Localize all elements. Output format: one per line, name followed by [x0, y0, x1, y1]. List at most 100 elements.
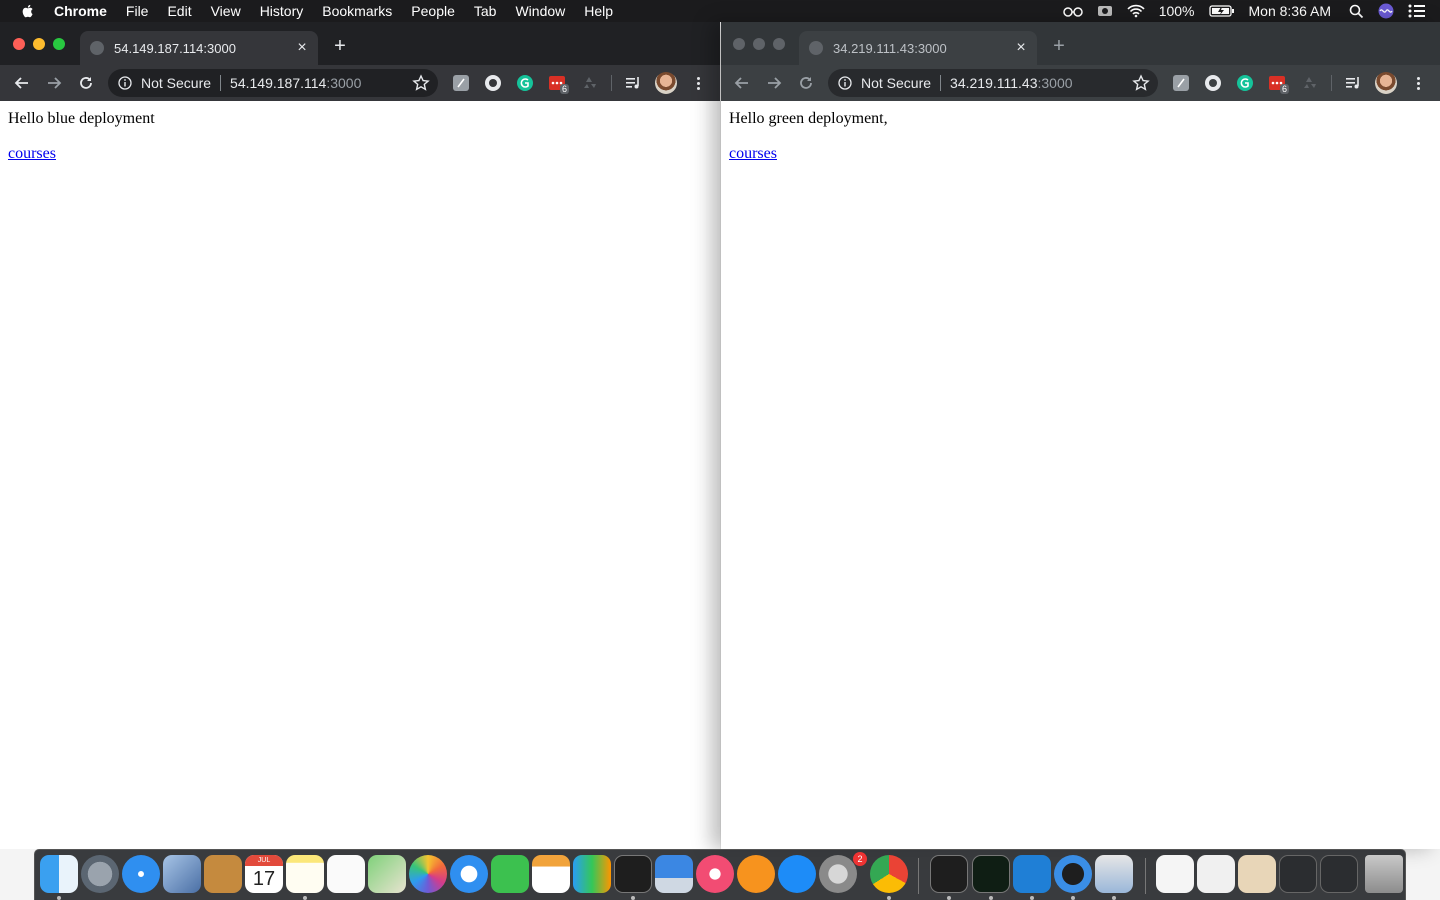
chrome-menu-button[interactable] — [1409, 74, 1427, 92]
menubar-status-area: 100% Mon 8:36 AM — [1062, 0, 1440, 22]
courses-link[interactable]: courses — [729, 145, 777, 162]
trash-icon[interactable] — [1365, 855, 1403, 893]
running-indicator — [303, 896, 307, 900]
menu-window[interactable]: Window — [515, 0, 565, 22]
chrome-icon[interactable] — [870, 855, 908, 893]
document-file-icon[interactable] — [1156, 855, 1194, 893]
notes-icon[interactable] — [286, 855, 324, 893]
page-content: Hello blue deployment courses — [0, 101, 720, 849]
mail-icon[interactable] — [163, 855, 201, 893]
media-controls-icon[interactable] — [1344, 74, 1362, 92]
profile-avatar[interactable] — [1375, 72, 1397, 94]
spotlight-search-icon[interactable] — [1349, 4, 1364, 19]
address-bar[interactable]: Not Secure 54.149.187.114:3000 — [108, 69, 438, 97]
menu-help[interactable]: Help — [584, 0, 613, 22]
menu-view[interactable]: View — [211, 0, 241, 22]
reading-glasses-icon[interactable] — [1062, 5, 1083, 17]
close-window-button[interactable] — [733, 38, 745, 50]
media-controls-icon[interactable] — [624, 74, 642, 92]
profile-avatar[interactable] — [655, 72, 677, 94]
activity-monitor-icon[interactable] — [972, 855, 1010, 893]
launchpad-icon[interactable] — [81, 855, 119, 893]
facetime-icon[interactable] — [491, 855, 529, 893]
reload-button[interactable] — [795, 72, 817, 94]
page-content: Hello green deployment, courses — [721, 101, 1440, 849]
new-tab-button[interactable]: + — [330, 35, 350, 57]
tab-active[interactable]: 34.219.111.43:3000 × — [799, 31, 1037, 65]
itunes-icon[interactable] — [696, 855, 734, 893]
menu-history[interactable]: History — [260, 0, 304, 22]
grammarly-icon[interactable] — [1236, 74, 1254, 92]
minimize-window-button[interactable] — [33, 38, 45, 50]
extension-pen-icon[interactable] — [1172, 74, 1190, 92]
zoom-window-button[interactable] — [773, 38, 785, 50]
numbers-icon[interactable] — [573, 855, 611, 893]
toolbar-separator — [1331, 75, 1332, 91]
grammarly-icon[interactable] — [516, 74, 534, 92]
back-button[interactable] — [731, 72, 753, 94]
extension-recycle-icon[interactable] — [580, 74, 598, 92]
menubar-clock[interactable]: Mon 8:36 AM — [1249, 3, 1332, 19]
forward-button[interactable] — [43, 72, 65, 94]
security-label[interactable]: Not Secure — [861, 75, 931, 91]
chrome-menu-button[interactable] — [689, 74, 707, 92]
app-store-icon[interactable] — [778, 855, 816, 893]
system-preferences-icon[interactable] — [819, 855, 857, 893]
menu-people[interactable]: People — [411, 0, 455, 22]
pages-icon[interactable] — [532, 855, 570, 893]
screenshot-file-icon[interactable] — [1279, 855, 1317, 893]
safari-icon[interactable] — [122, 855, 160, 893]
info-icon[interactable] — [118, 76, 132, 90]
tab-title: 34.219.111.43:3000 — [833, 40, 947, 56]
ibooks-icon[interactable] — [737, 855, 775, 893]
reminders-icon[interactable] — [327, 855, 365, 893]
bookmark-star-icon[interactable] — [412, 74, 430, 92]
image-file-icon[interactable] — [1238, 855, 1276, 893]
back-button[interactable] — [11, 72, 33, 94]
close-tab-icon[interactable]: × — [1013, 39, 1029, 56]
menu-bookmarks[interactable]: Bookmarks — [322, 0, 392, 22]
keynote-icon[interactable] — [655, 855, 693, 893]
quicktime-icon[interactable] — [1054, 855, 1092, 893]
reload-button[interactable] — [75, 72, 97, 94]
address-bar[interactable]: Not Secure 34.219.111.43:3000 — [828, 69, 1158, 97]
minimize-window-button[interactable] — [753, 38, 765, 50]
notification-center-icon[interactable] — [1408, 4, 1426, 18]
calendar-icon[interactable]: JUL 17 — [245, 855, 283, 893]
screenshot-file-icon-2[interactable] — [1320, 855, 1358, 893]
maps-icon[interactable] — [368, 855, 406, 893]
menu-app-chrome[interactable]: Chrome — [54, 0, 107, 22]
terminal-icon[interactable] — [614, 855, 652, 893]
extension-recycle-icon[interactable] — [1300, 74, 1318, 92]
backup-drive-icon[interactable] — [1097, 4, 1113, 18]
omnibox-divider — [940, 75, 942, 91]
siri-icon[interactable] — [1378, 3, 1394, 19]
close-tab-icon[interactable]: × — [294, 39, 310, 56]
tab-active[interactable]: 54.149.187.114:3000 × — [80, 31, 318, 65]
wifi-icon[interactable] — [1127, 4, 1145, 18]
security-label[interactable]: Not Secure — [141, 75, 211, 91]
terminal-window-icon[interactable] — [930, 855, 968, 893]
close-window-button[interactable] — [13, 38, 25, 50]
contacts-icon[interactable] — [204, 855, 242, 893]
extension-circle-icon[interactable] — [484, 74, 502, 92]
battery-charging-icon[interactable] — [1208, 5, 1235, 17]
html-file-icon[interactable] — [1197, 855, 1235, 893]
zoom-window-button[interactable] — [53, 38, 65, 50]
new-tab-button[interactable]: + — [1049, 35, 1069, 57]
extension-circle-icon[interactable] — [1204, 74, 1222, 92]
messages-icon[interactable] — [450, 855, 488, 893]
info-icon[interactable] — [838, 76, 852, 90]
forward-button[interactable] — [763, 72, 785, 94]
menu-tab[interactable]: Tab — [474, 0, 497, 22]
menu-edit[interactable]: Edit — [167, 0, 191, 22]
extension-pen-icon[interactable] — [452, 74, 470, 92]
menu-file[interactable]: File — [126, 0, 149, 22]
apple-menu-icon[interactable] — [20, 3, 36, 19]
bookmark-star-icon[interactable] — [1132, 74, 1150, 92]
photos-icon[interactable] — [409, 855, 447, 893]
finder-icon[interactable] — [40, 855, 78, 893]
vscode-icon[interactable] — [1013, 855, 1051, 893]
courses-link[interactable]: courses — [8, 145, 56, 162]
preview-icon[interactable] — [1095, 855, 1133, 893]
